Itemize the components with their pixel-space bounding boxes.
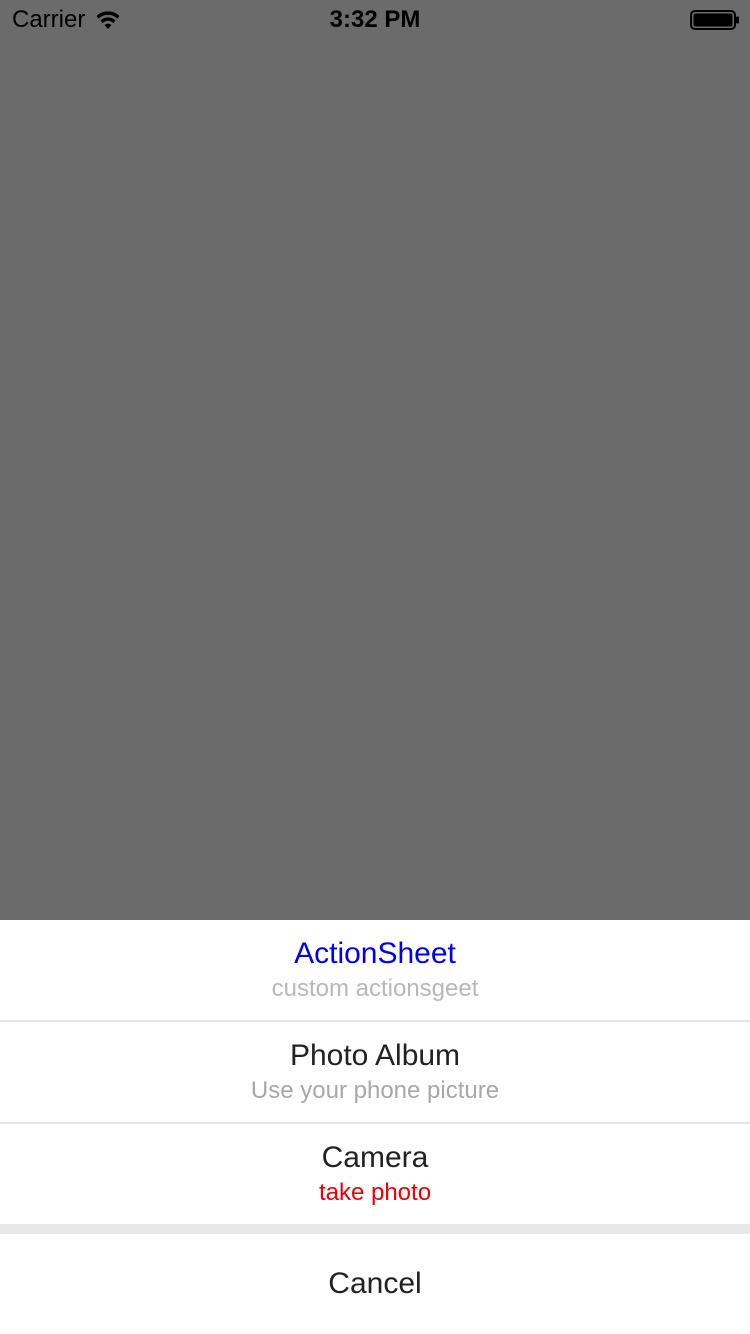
photo-album-title: Photo Album <box>289 1039 461 1072</box>
status-bar: Carrier 3:32 PM <box>0 0 750 40</box>
status-time: 3:32 PM <box>329 6 421 33</box>
action-sheet-title: ActionSheet <box>294 937 456 970</box>
photo-album-button[interactable]: Photo Album Use your phone picture <box>0 1022 750 1124</box>
dim-overlay[interactable] <box>0 40 750 920</box>
action-sheet-subtitle: custom actionsgeet <box>271 975 479 1002</box>
action-sheet-header: ActionSheet custom actionsgeet <box>0 920 750 1022</box>
camera-subtitle: take photo <box>318 1179 432 1206</box>
cancel-button[interactable]: Cancel <box>0 1234 750 1334</box>
screen: Carrier 3:32 PM ActionSheet custom actio… <box>0 0 750 1334</box>
cancel-label: Cancel <box>328 1267 422 1300</box>
action-sheet: ActionSheet custom actionsgeet Photo Alb… <box>0 920 750 1334</box>
battery-icon <box>690 10 739 30</box>
camera-title: Camera <box>321 1141 429 1174</box>
photo-album-subtitle: Use your phone picture <box>250 1077 500 1104</box>
cancel-separator <box>0 1224 750 1234</box>
camera-button[interactable]: Camera take photo <box>0 1124 750 1224</box>
